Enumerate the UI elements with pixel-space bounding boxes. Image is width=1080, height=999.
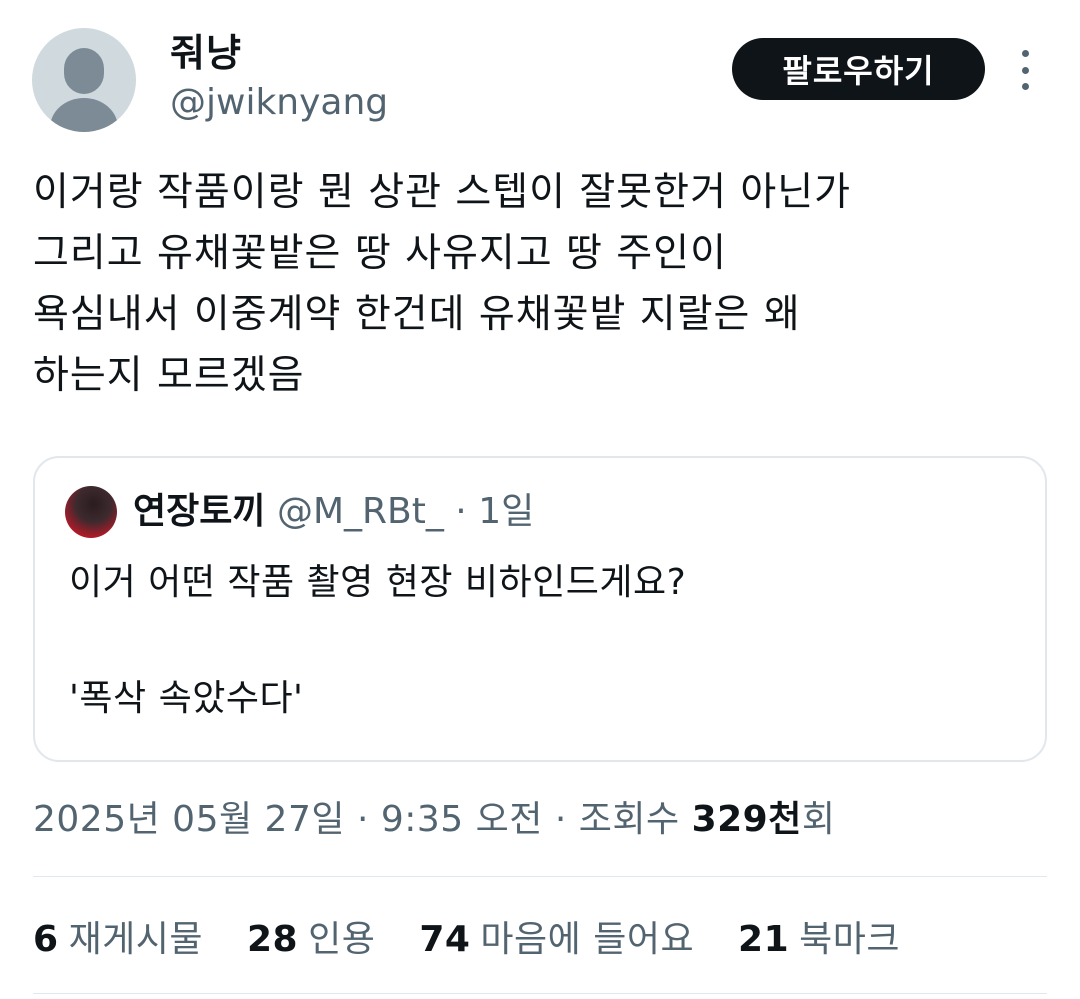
views-suffix: 회 [801,799,836,840]
retweets-label: 재게시물 [68,919,204,960]
views-count: 329천 [691,799,802,840]
author-display-name[interactable]: 줘냥 [170,22,242,77]
tweet-text: 이거랑 작품이랑 뭔 상관 스텝이 잘못한거 아닌가 그리고 유채꽃밭은 땅 사… [33,170,851,398]
author-avatar[interactable] [32,28,136,132]
quoted-author-avatar [65,486,117,538]
tweet-metadata: 2025년 05월 27일 · 9:35 오전 · 조회수 329천회 [33,790,835,842]
likes-label: 마음에 들어요 [480,919,695,960]
default-avatar-head-icon [64,48,104,94]
engagement-stats: 6 재게시물 28 인용 74 마음에 들어요 21 북마크 [33,910,932,962]
bookmarks-count: 21 [738,919,790,960]
author-handle[interactable]: @jwiknyang [170,82,388,123]
quotes-count: 28 [247,919,299,960]
quoted-author-handle: @M_RBt_ [276,491,444,532]
divider [33,993,1047,994]
quoted-tweet-card[interactable]: 연장토끼 @M_RBt_ · 1일 이거 어떤 작품 촬영 현장 비하인드게요?… [33,456,1047,762]
meta-separator: · [554,799,567,840]
meta-separator: · [356,799,369,840]
quoted-separator: · [455,491,467,532]
bookmarks-stat[interactable]: 21 북마크 [738,910,900,962]
tweet-date[interactable]: 2025년 05월 27일 [33,799,345,840]
bookmarks-label: 북마크 [799,919,901,960]
quotes-label: 인용 [308,919,376,960]
quoted-tweet-header: 연장토끼 @M_RBt_ · 1일 [133,482,534,534]
quoted-tweet-time: 1일 [478,491,535,532]
retweets-stat[interactable]: 6 재게시물 [33,910,203,962]
more-options-icon[interactable] [1014,50,1036,90]
divider [33,876,1047,877]
follow-button[interactable]: 팔로우하기 [732,38,985,100]
tweet-header: 줘냥 @jwiknyang 팔로우하기 [0,0,1080,150]
likes-stat[interactable]: 74 마음에 들어요 [419,910,694,962]
likes-count: 74 [419,919,471,960]
views-label: 조회수 [578,799,680,840]
quotes-stat[interactable]: 28 인용 [247,910,375,962]
retweets-count: 6 [33,919,59,960]
quoted-tweet-text: 이거 어떤 작품 촬영 현장 비하인드게요? '폭삭 속았수다' [69,562,687,719]
quoted-author-name: 연장토끼 [133,491,266,532]
default-avatar-body-icon [50,98,118,132]
tweet-time[interactable]: 9:35 오전 [381,799,543,840]
